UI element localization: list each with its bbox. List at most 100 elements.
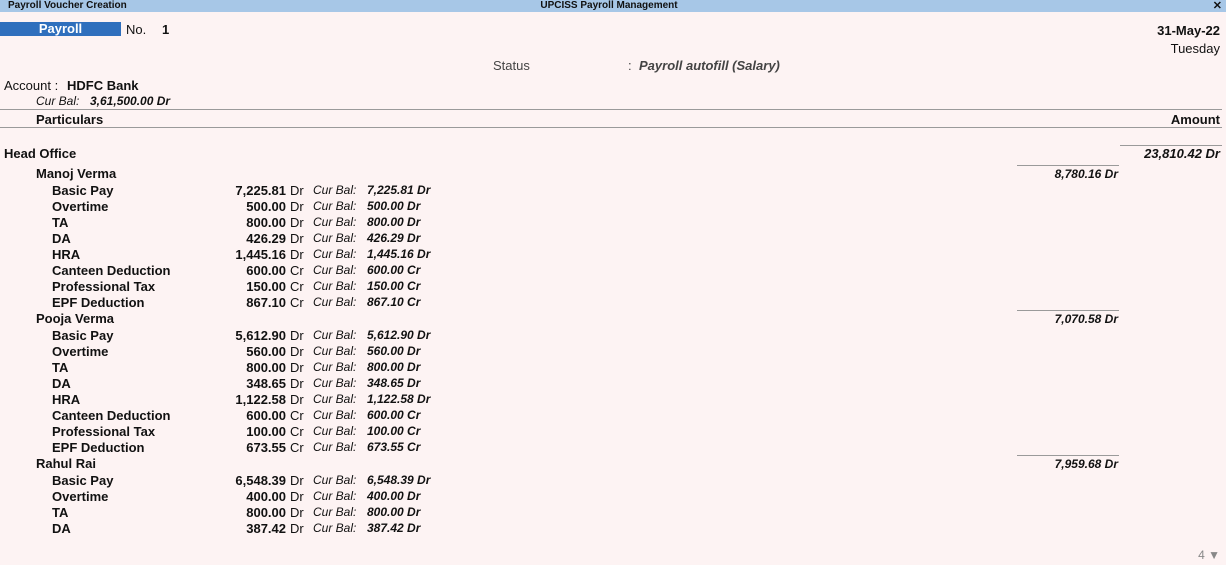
pay-head-amount[interactable]: 600.00: [246, 408, 286, 423]
pay-head-name: Basic Pay: [52, 328, 114, 343]
pay-head-amount[interactable]: 348.65: [246, 376, 286, 391]
close-icon[interactable]: ✕: [1213, 0, 1222, 12]
pay-head-amount[interactable]: 800.00: [246, 505, 286, 520]
pay-head-curbal-label: Cur Bal:: [313, 247, 357, 261]
employee-name[interactable]: Rahul Rai: [36, 456, 96, 471]
cost-centre-head-office[interactable]: Head Office: [4, 146, 76, 161]
pay-head-curbal-value: 600.00 Cr: [367, 263, 421, 277]
pay-head-amount[interactable]: 100.00: [246, 424, 286, 439]
pay-head-row[interactable]: Basic Pay 5,612.90 Dr Cur Bal: 5,612.90 Dr: [0, 328, 1000, 344]
voucher-date[interactable]: 31-May-22: [1157, 23, 1220, 38]
pay-head-name: Basic Pay: [52, 183, 114, 198]
employee-total: 8,780.16 Dr: [1054, 167, 1118, 181]
pay-head-curbal-value: 1,122.58 Dr: [367, 392, 431, 406]
pay-head-drcr: Cr: [290, 295, 304, 310]
status-value: Payroll autofill (Salary): [639, 58, 780, 73]
pay-head-drcr: Dr: [290, 505, 304, 520]
pay-head-curbal-label: Cur Bal:: [313, 199, 357, 213]
pay-head-name: DA: [52, 376, 71, 391]
pay-head-curbal-label: Cur Bal:: [313, 215, 357, 229]
pay-head-row[interactable]: DA 348.65 Dr Cur Bal: 348.65 Dr: [0, 376, 1000, 392]
pay-head-row[interactable]: HRA 1,445.16 Dr Cur Bal: 1,445.16 Dr: [0, 247, 1000, 263]
pay-head-row[interactable]: Basic Pay 7,225.81 Dr Cur Bal: 7,225.81 Dr: [0, 183, 1000, 199]
pay-head-drcr: Dr: [290, 247, 304, 262]
pay-head-curbal-label: Cur Bal:: [313, 231, 357, 245]
pay-head-curbal-value: 673.55 Cr: [367, 440, 421, 454]
pay-head-amount[interactable]: 1,445.16: [235, 247, 286, 262]
pay-head-drcr: Dr: [290, 199, 304, 214]
employee-name[interactable]: Manoj Verma: [36, 166, 116, 181]
pay-head-amount[interactable]: 7,225.81: [235, 183, 286, 198]
pay-head-name: Overtime: [52, 489, 109, 504]
pay-head-amount[interactable]: 673.55: [246, 440, 286, 455]
pay-head-amount[interactable]: 400.00: [246, 489, 286, 504]
pay-head-name: Professional Tax: [52, 279, 156, 294]
pay-head-amount[interactable]: 5,612.90: [235, 328, 286, 343]
pay-head-drcr: Dr: [290, 392, 304, 407]
pay-head-row[interactable]: Canteen Deduction 600.00 Cr Cur Bal: 600.00 …: [0, 263, 1000, 279]
voucher-no-label: No.: [126, 22, 147, 37]
pay-head-drcr: Dr: [290, 521, 304, 536]
pay-head-drcr: Dr: [290, 215, 304, 230]
pay-head-row[interactable]: TA 800.00 Dr Cur Bal: 800.00 Dr: [0, 215, 1000, 231]
pay-head-amount[interactable]: 1,122.58: [235, 392, 286, 407]
pay-head-curbal-value: 800.00 Dr: [367, 215, 421, 229]
pay-head-curbal-label: Cur Bal:: [313, 521, 357, 535]
pay-head-row[interactable]: Overtime 500.00 Dr Cur Bal: 500.00 Dr: [0, 199, 1000, 215]
voucher-no-value[interactable]: 1: [162, 22, 169, 37]
pay-head-row[interactable]: EPF Deduction 867.10 Cr Cur Bal: 867.10 Cr: [0, 295, 1000, 311]
pay-head-row[interactable]: EPF Deduction 673.55 Cr Cur Bal: 673.55 Cr: [0, 440, 1000, 456]
pay-head-curbal-label: Cur Bal:: [313, 295, 357, 309]
pay-head-row[interactable]: TA 800.00 Dr Cur Bal: 800.00 Dr: [0, 360, 1000, 376]
pay-head-amount[interactable]: 426.29: [246, 231, 286, 246]
pay-head-row[interactable]: Professional Tax 100.00 Cr Cur Bal: 100.00 C…: [0, 424, 1000, 440]
voucher-day: Tuesday: [1170, 41, 1220, 56]
pay-head-amount[interactable]: 500.00: [246, 199, 286, 214]
pay-head-curbal-value: 387.42 Dr: [367, 521, 421, 535]
pay-head-curbal-value: 348.65 Dr: [367, 376, 421, 390]
pay-head-row[interactable]: Basic Pay 6,548.39 Dr Cur Bal: 6,548.39 Dr: [0, 473, 1000, 489]
pay-head-name: TA: [52, 505, 69, 520]
pay-head-amount[interactable]: 560.00: [246, 344, 286, 359]
employee-name[interactable]: Pooja Verma: [36, 311, 114, 326]
pay-head-curbal-label: Cur Bal:: [313, 183, 357, 197]
account-field[interactable]: HDFC Bank: [67, 78, 139, 93]
pay-head-name: HRA: [52, 392, 81, 407]
pay-head-curbal-value: 5,612.90 Dr: [367, 328, 431, 342]
pay-head-amount[interactable]: 600.00: [246, 263, 286, 278]
voucher-type-badge[interactable]: Payroll: [0, 22, 121, 36]
pay-head-amount[interactable]: 387.42: [246, 521, 286, 536]
pay-head-row[interactable]: DA 387.42 Dr Cur Bal: 387.42 Dr: [0, 521, 1000, 537]
pay-head-curbal-label: Cur Bal:: [313, 392, 357, 406]
pay-head-amount[interactable]: 150.00: [246, 279, 286, 294]
pay-head-curbal-label: Cur Bal:: [313, 489, 357, 503]
pay-head-row[interactable]: DA 426.29 Dr Cur Bal: 426.29 Dr: [0, 231, 1000, 247]
pay-head-amount[interactable]: 800.00: [246, 215, 286, 230]
pay-head-amount[interactable]: 867.10: [246, 295, 286, 310]
pay-head-drcr: Dr: [290, 489, 304, 504]
pay-head-curbal-value: 400.00 Dr: [367, 489, 421, 503]
pay-head-curbal-label: Cur Bal:: [313, 360, 357, 374]
pay-head-curbal-label: Cur Bal:: [313, 408, 357, 422]
pay-head-drcr: Cr: [290, 440, 304, 455]
group-amount: 23,810.42 Dr: [1144, 146, 1220, 161]
pay-head-drcr: Cr: [290, 279, 304, 294]
pay-head-curbal-value: 7,225.81 Dr: [367, 183, 431, 197]
pay-head-row[interactable]: TA 800.00 Dr Cur Bal: 800.00 Dr: [0, 505, 1000, 521]
pay-head-amount[interactable]: 800.00: [246, 360, 286, 375]
pay-head-row[interactable]: HRA 1,122.58 Dr Cur Bal: 1,122.58 Dr: [0, 392, 1000, 408]
pay-head-curbal-value: 150.00 Cr: [367, 279, 421, 293]
pay-head-row[interactable]: Overtime 560.00 Dr Cur Bal: 560.00 Dr: [0, 344, 1000, 360]
pay-head-name: Canteen Deduction: [52, 408, 171, 423]
page-indicator[interactable]: 4 ▼: [1198, 548, 1220, 562]
pay-head-name: Basic Pay: [52, 473, 114, 488]
pay-head-name: EPF Deduction: [52, 440, 145, 455]
pay-head-row[interactable]: Professional Tax 150.00 Cr Cur Bal: 150.00 C…: [0, 279, 1000, 295]
pay-head-row[interactable]: Overtime 400.00 Dr Cur Bal: 400.00 Dr: [0, 489, 1000, 505]
pay-head-drcr: Dr: [290, 376, 304, 391]
account-curbal-label: Cur Bal:: [36, 94, 80, 108]
pay-head-drcr: Cr: [290, 263, 304, 278]
pay-head-row[interactable]: Canteen Deduction 600.00 Cr Cur Bal: 600.00 …: [0, 408, 1000, 424]
pay-head-amount[interactable]: 6,548.39: [235, 473, 286, 488]
employee-total: 7,070.58 Dr: [1054, 312, 1118, 326]
